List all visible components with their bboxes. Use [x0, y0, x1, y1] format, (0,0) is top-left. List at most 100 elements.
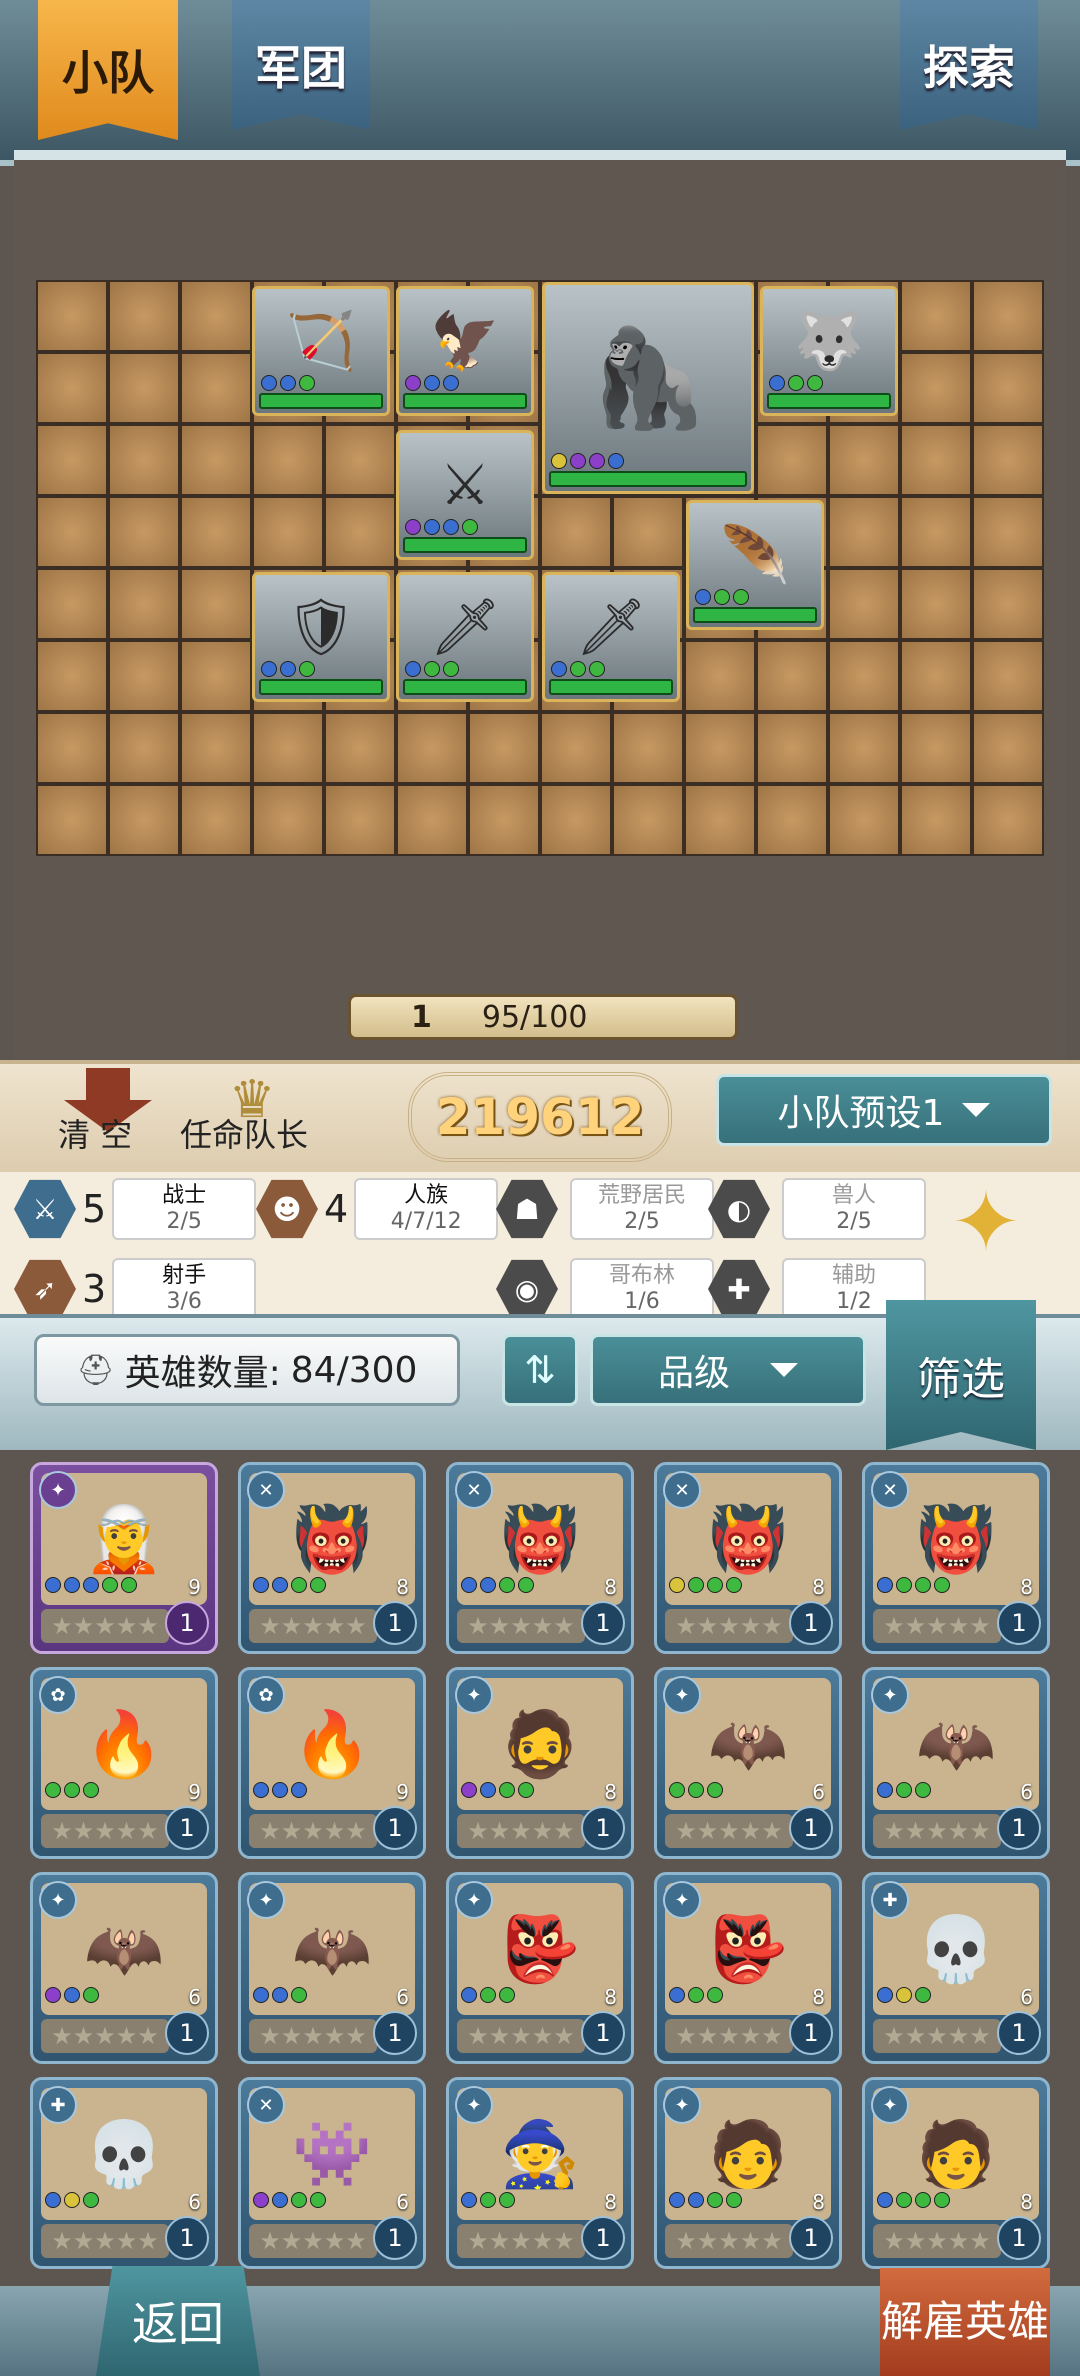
board-cell[interactable] — [900, 280, 972, 352]
board-cell[interactable] — [468, 712, 540, 784]
tab-squad[interactable]: 小队 — [38, 0, 178, 140]
board-cell[interactable] — [108, 496, 180, 568]
synergy-wild[interactable]: ☗ 荒野居民 2/5 — [496, 1178, 714, 1240]
hero-card[interactable]: 👾 ✕ 6 ★★★★★ 1 — [238, 2077, 426, 2269]
board-cell[interactable] — [252, 496, 324, 568]
synergy-human[interactable]: ☻ 4 人族 4/7/12 — [256, 1178, 499, 1240]
board-cell[interactable] — [180, 280, 252, 352]
board-cell[interactable] — [36, 496, 108, 568]
synergy-warrior[interactable]: ⚔ 5 战士 2/5 — [14, 1178, 257, 1240]
board-cell[interactable] — [180, 352, 252, 424]
board-cell[interactable] — [396, 784, 468, 856]
board-cell[interactable] — [324, 784, 396, 856]
board-cell[interactable] — [36, 568, 108, 640]
hero-card[interactable]: 👺 ✦ 8 ★★★★★ 1 — [446, 1872, 634, 2064]
hero-card[interactable]: 🔥 ✿ 9 ★★★★★ 1 — [238, 1667, 426, 1859]
board-cell[interactable] — [900, 352, 972, 424]
board-cell[interactable] — [972, 712, 1044, 784]
board-cell[interactable] — [900, 496, 972, 568]
board-hero-wolf-warrior[interactable]: 🐺 — [760, 286, 898, 416]
board-cell[interactable] — [324, 712, 396, 784]
board-cell[interactable] — [36, 280, 108, 352]
board-hero-captain-knight[interactable]: 🛡 — [252, 572, 390, 702]
board-cell[interactable] — [468, 784, 540, 856]
board-hero-archer[interactable]: 🏹 — [252, 286, 390, 416]
board-cell[interactable] — [540, 784, 612, 856]
board-cell[interactable] — [900, 784, 972, 856]
board-cell[interactable] — [108, 280, 180, 352]
board-cell[interactable] — [684, 784, 756, 856]
board-cell[interactable] — [108, 352, 180, 424]
hero-card[interactable]: 🔥 ✿ 9 ★★★★★ 1 — [30, 1667, 218, 1859]
board-hero-dark-knight[interactable]: ⚔ — [396, 430, 534, 560]
hero-card[interactable]: 🧔 ✦ 8 ★★★★★ 1 — [446, 1667, 634, 1859]
board-cell[interactable] — [828, 568, 900, 640]
board-cell[interactable] — [756, 640, 828, 712]
board-cell[interactable] — [396, 712, 468, 784]
board-cell[interactable] — [324, 424, 396, 496]
board-cell[interactable] — [828, 640, 900, 712]
clear-button[interactable]: 清 空 — [58, 1110, 132, 1156]
board-cell[interactable] — [252, 424, 324, 496]
board-cell[interactable] — [900, 640, 972, 712]
board-cell[interactable] — [972, 568, 1044, 640]
dismiss-hero-button[interactable]: 解雇英雄 — [880, 2268, 1050, 2376]
board-cell[interactable] — [108, 568, 180, 640]
board-cell[interactable] — [828, 784, 900, 856]
board-cell[interactable] — [180, 784, 252, 856]
board-cell[interactable] — [612, 784, 684, 856]
synergy-orc[interactable]: ◐ 兽人 2/5 — [708, 1178, 926, 1240]
board-cell[interactable] — [36, 424, 108, 496]
board-cell[interactable] — [756, 784, 828, 856]
board-cell[interactable] — [180, 640, 252, 712]
hero-card[interactable]: 🦇 ✦ 6 ★★★★★ 1 — [654, 1667, 842, 1859]
board-hero-griffin[interactable]: 🦅 — [396, 286, 534, 416]
hero-card[interactable]: 👹 ✕ 8 ★★★★★ 1 — [446, 1462, 634, 1654]
board-cell[interactable] — [972, 496, 1044, 568]
board-hero-yeti[interactable]: 🦍 — [542, 282, 754, 494]
board-hero-shaman[interactable]: 🪶 — [686, 500, 824, 630]
board-cell[interactable] — [540, 712, 612, 784]
preset-dropdown[interactable]: 小队预设1 — [716, 1074, 1052, 1146]
hero-card[interactable]: 🧑 ✦ 8 ★★★★★ 1 — [862, 2077, 1050, 2269]
hero-card[interactable]: 🦇 ✦ 6 ★★★★★ 1 — [30, 1872, 218, 2064]
board-cell[interactable] — [108, 712, 180, 784]
board-cell[interactable] — [684, 712, 756, 784]
hero-card[interactable]: 👹 ✕ 8 ★★★★★ 1 — [238, 1462, 426, 1654]
board-cell[interactable] — [612, 712, 684, 784]
board-cell[interactable] — [972, 640, 1044, 712]
hero-card[interactable]: 👹 ✕ 8 ★★★★★ 1 — [862, 1462, 1050, 1654]
filter-button[interactable]: 筛选 — [886, 1300, 1036, 1450]
board-cell[interactable] — [180, 424, 252, 496]
board-hero-armored-swordsman[interactable]: 🗡 — [396, 572, 534, 702]
board-cell[interactable] — [180, 568, 252, 640]
board-cell[interactable] — [252, 712, 324, 784]
board-cell[interactable] — [36, 352, 108, 424]
board-cell[interactable] — [108, 784, 180, 856]
hero-card[interactable]: 🦇 ✦ 6 ★★★★★ 1 — [238, 1872, 426, 2064]
board-cell[interactable] — [972, 784, 1044, 856]
hero-card[interactable]: 👹 ✕ 8 ★★★★★ 1 — [654, 1462, 842, 1654]
board-cell[interactable] — [972, 424, 1044, 496]
board-hero-armored-swordsman-2[interactable]: 🗡 — [542, 572, 680, 702]
board-cell[interactable] — [180, 712, 252, 784]
hero-card[interactable]: 👺 ✦ 8 ★★★★★ 1 — [654, 1872, 842, 2064]
board-cell[interactable] — [900, 712, 972, 784]
hero-card[interactable]: 🧑 ✦ 8 ★★★★★ 1 — [654, 2077, 842, 2269]
board-cell[interactable] — [900, 568, 972, 640]
sort-order-button[interactable]: ⇅ — [502, 1334, 578, 1406]
hero-card[interactable]: 🧙 ✦ 8 ★★★★★ 1 — [446, 2077, 634, 2269]
board-cell[interactable] — [108, 424, 180, 496]
board-cell[interactable] — [972, 280, 1044, 352]
board-cell[interactable] — [828, 712, 900, 784]
tab-explore[interactable]: 探索 — [900, 0, 1038, 130]
board-cell[interactable] — [252, 784, 324, 856]
synergy-expand-emblem-icon[interactable]: ✦ — [934, 1173, 1038, 1271]
tab-legion[interactable]: 军团 — [232, 0, 370, 130]
synergy-archer[interactable]: ➶ 3 射手 3/6 — [14, 1258, 257, 1314]
board-cell[interactable] — [828, 496, 900, 568]
appoint-captain-button[interactable]: 任命队长 — [180, 1110, 308, 1156]
board-cell[interactable] — [684, 640, 756, 712]
board-cell[interactable] — [972, 352, 1044, 424]
hero-card[interactable]: 💀 ✚ 6 ★★★★★ 1 — [862, 1872, 1050, 2064]
